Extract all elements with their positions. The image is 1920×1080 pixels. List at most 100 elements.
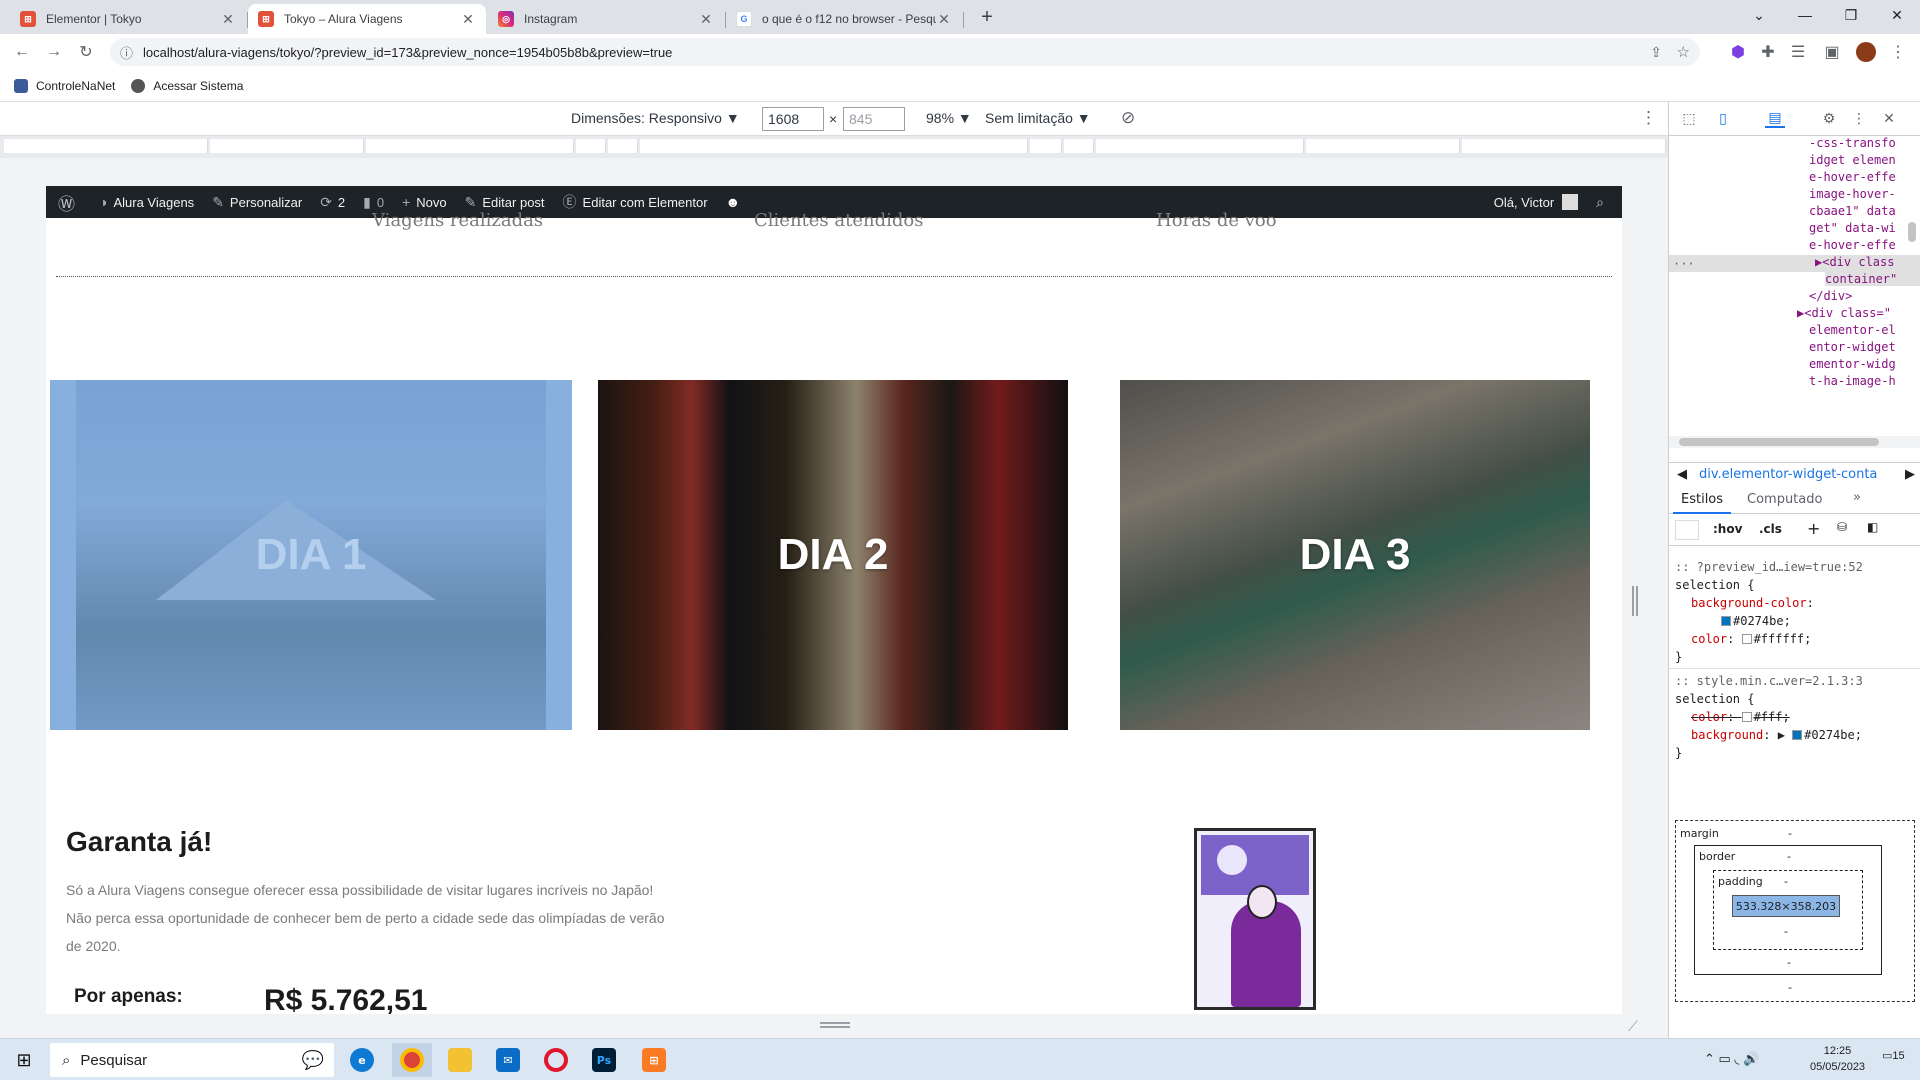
device-toggle-icon[interactable]: ▯: [1713, 110, 1733, 128]
url-text[interactable]: localhost/alura-viagens/tokyo/?preview_i…: [143, 45, 672, 60]
device-options-icon[interactable]: ⋮: [1640, 108, 1657, 128]
viewport-resize-corner-icon[interactable]: ⟋: [1628, 1018, 1638, 1035]
padding-top-value[interactable]: -: [1784, 875, 1788, 888]
extensions-puzzle-icon[interactable]: ✚: [1756, 40, 1780, 64]
viewport-width-input[interactable]: 1608: [762, 107, 824, 131]
throttling-dropdown[interactable]: Sem limitação ▼: [985, 110, 1091, 126]
dom-line[interactable]: get" data-wi: [1809, 221, 1896, 235]
side-panel-icon[interactable]: ▣: [1820, 40, 1844, 64]
new-tab-plus-icon[interactable]: +: [974, 6, 1000, 32]
ruler-segment[interactable]: [1064, 139, 1094, 153]
dom-line-selected[interactable]: container": [1825, 272, 1920, 286]
wp-new[interactable]: + Novo: [402, 194, 447, 210]
dom-line[interactable]: cbaae1" data: [1809, 204, 1896, 218]
elements-tree[interactable]: -css-transfo idget elemen e-hover-effe i…: [1669, 136, 1920, 456]
day-card-3[interactable]: DIA 3: [1120, 380, 1590, 730]
margin-bottom-value[interactable]: -: [1788, 981, 1792, 994]
bookmark-acessar-sistema[interactable]: Acessar Sistema: [131, 78, 243, 93]
elements-vertical-scrollbar[interactable]: [1907, 192, 1917, 452]
viewport-resize-handle-bottom[interactable]: [820, 1022, 850, 1028]
paint-roller-icon[interactable]: ⛁: [1837, 520, 1847, 534]
dom-line[interactable]: idget elemen: [1809, 153, 1896, 167]
bookmark-controlenanet[interactable]: ControleNaNet: [14, 78, 115, 93]
ruler-segment[interactable]: [366, 139, 574, 153]
color-swatch[interactable]: [1792, 730, 1803, 740]
dimensions-dropdown[interactable]: Dimensões: Responsivo ▼: [571, 110, 740, 126]
dom-line[interactable]: e-hover-effe: [1809, 238, 1896, 252]
toggle-sidebar-icon[interactable]: ◧: [1867, 520, 1878, 534]
css-declaration[interactable]: background-color:: [1691, 596, 1814, 610]
new-rule-plus-icon[interactable]: +: [1807, 519, 1820, 538]
ruler-segment[interactable]: [210, 139, 364, 153]
bookmark-star-icon[interactable]: ☆: [1677, 43, 1690, 61]
dom-breadcrumb[interactable]: ◀ div.elementor-widget-conta ▶: [1669, 462, 1920, 486]
minimize-icon[interactable]: —: [1782, 0, 1828, 30]
color-swatch[interactable]: [1741, 634, 1752, 644]
ruler-segment[interactable]: [608, 139, 638, 153]
reload-icon[interactable]: ↻: [74, 40, 98, 64]
maximize-icon[interactable]: ❐: [1828, 0, 1874, 30]
ruler-segment[interactable]: [1030, 139, 1062, 153]
dom-line[interactable]: -css-transfo: [1809, 136, 1896, 150]
viewport-height-input[interactable]: 845: [843, 107, 905, 131]
opera-icon[interactable]: [536, 1043, 576, 1077]
wp-site-name[interactable]: ◑ Alura Viagens: [99, 194, 194, 210]
zoom-dropdown[interactable]: 98% ▼: [926, 110, 972, 126]
rule-source[interactable]: :: style.min.c…ver=2.1.3:3: [1675, 674, 1863, 688]
wp-edit-post[interactable]: ✎ Editar post: [465, 194, 545, 211]
viewport-resize-handle-right[interactable]: [1632, 586, 1638, 616]
close-devtools-icon[interactable]: ✕: [1879, 110, 1899, 128]
address-bar[interactable]: ⓘ localhost/alura-viagens/tokyo/?preview…: [110, 38, 1700, 66]
wp-updates[interactable]: ⟳ 2: [320, 194, 345, 211]
cls-toggle[interactable]: .cls: [1759, 522, 1782, 536]
box-model-diagram[interactable]: margin - border - padding - 533.328×358.…: [1675, 820, 1915, 1002]
tab-tokyo-alura-viagens[interactable]: ⊞ Tokyo – Alura Viagens ✕: [248, 4, 486, 34]
tab-elementor-tokyo[interactable]: ⊞ Elementor | Tokyo ✕: [10, 4, 246, 34]
system-tray-icons[interactable]: ⌃ ▭ ◟ 🔊: [1704, 1051, 1759, 1067]
tab-google-search[interactable]: G o que é o f12 no browser - Pesqui ✕: [726, 4, 962, 34]
back-arrow-icon[interactable]: ←: [10, 40, 34, 64]
filter-input[interactable]: [1675, 520, 1699, 540]
tab-instagram[interactable]: ◎ Instagram ✕: [488, 4, 724, 34]
content-box-size[interactable]: 533.328×358.203: [1732, 895, 1840, 917]
css-declaration[interactable]: background: ▶ #0274be;: [1691, 728, 1862, 742]
day-card-2[interactable]: DIA 2: [598, 380, 1068, 730]
breadcrumb-left-icon[interactable]: ◀: [1677, 467, 1687, 482]
windows-start-icon[interactable]: ⊞: [4, 1043, 44, 1077]
wp-edit-elementor[interactable]: Ⓔ Editar com Elementor: [563, 192, 708, 212]
profile-avatar[interactable]: [1854, 40, 1878, 64]
console-messages-icon[interactable]: ▤: [1765, 110, 1785, 128]
hov-toggle[interactable]: :hov: [1713, 522, 1742, 536]
dom-line[interactable]: </div>: [1809, 289, 1852, 303]
ruler-segment[interactable]: [1462, 139, 1666, 153]
mail-icon[interactable]: ✉: [488, 1043, 528, 1077]
more-tabs-icon[interactable]: »: [1853, 490, 1861, 505]
rule-source[interactable]: :: ?preview_id…iew=true:52: [1675, 560, 1863, 574]
ellipsis-icon[interactable]: ···: [1673, 257, 1695, 271]
close-tab-icon[interactable]: ✕: [936, 11, 952, 28]
share-icon[interactable]: ⇪: [1650, 44, 1662, 61]
notification-center-icon[interactable]: ▭15: [1882, 1049, 1905, 1062]
color-swatch[interactable]: [1721, 616, 1731, 626]
tab-search-chevron-icon[interactable]: ⌄: [1736, 0, 1782, 30]
wordpress-logo-icon[interactable]: Ⓦ: [58, 190, 81, 215]
forward-arrow-icon[interactable]: →: [42, 40, 66, 64]
padding-box[interactable]: padding - 533.328×358.203 -: [1713, 870, 1863, 950]
taskbar-search-box[interactable]: ⌕ Pesquisar 💬: [50, 1043, 334, 1077]
reading-list-icon[interactable]: ☰: [1786, 40, 1810, 64]
edge-icon[interactable]: e: [342, 1043, 382, 1077]
dom-line[interactable]: e-hover-effe: [1809, 170, 1896, 184]
dom-line[interactable]: image-hover-: [1809, 187, 1896, 201]
inspect-element-icon[interactable]: ⬚: [1679, 110, 1699, 128]
close-tab-icon[interactable]: ✕: [698, 11, 714, 28]
photoshop-icon[interactable]: Ps: [584, 1043, 624, 1077]
ruler-segment[interactable]: [1096, 139, 1304, 153]
rotate-icon[interactable]: ⊘: [1121, 108, 1135, 128]
wp-search-icon[interactable]: ⌕: [1596, 194, 1610, 211]
css-declaration[interactable]: color: #ffffff;: [1691, 632, 1811, 646]
color-swatch[interactable]: [1741, 712, 1752, 722]
horizontal-scrollbar[interactable]: [1669, 436, 1920, 448]
media-query-ruler[interactable]: [0, 136, 1668, 158]
tab-computed[interactable]: Computado: [1747, 492, 1822, 507]
close-tab-icon[interactable]: ✕: [220, 11, 236, 28]
